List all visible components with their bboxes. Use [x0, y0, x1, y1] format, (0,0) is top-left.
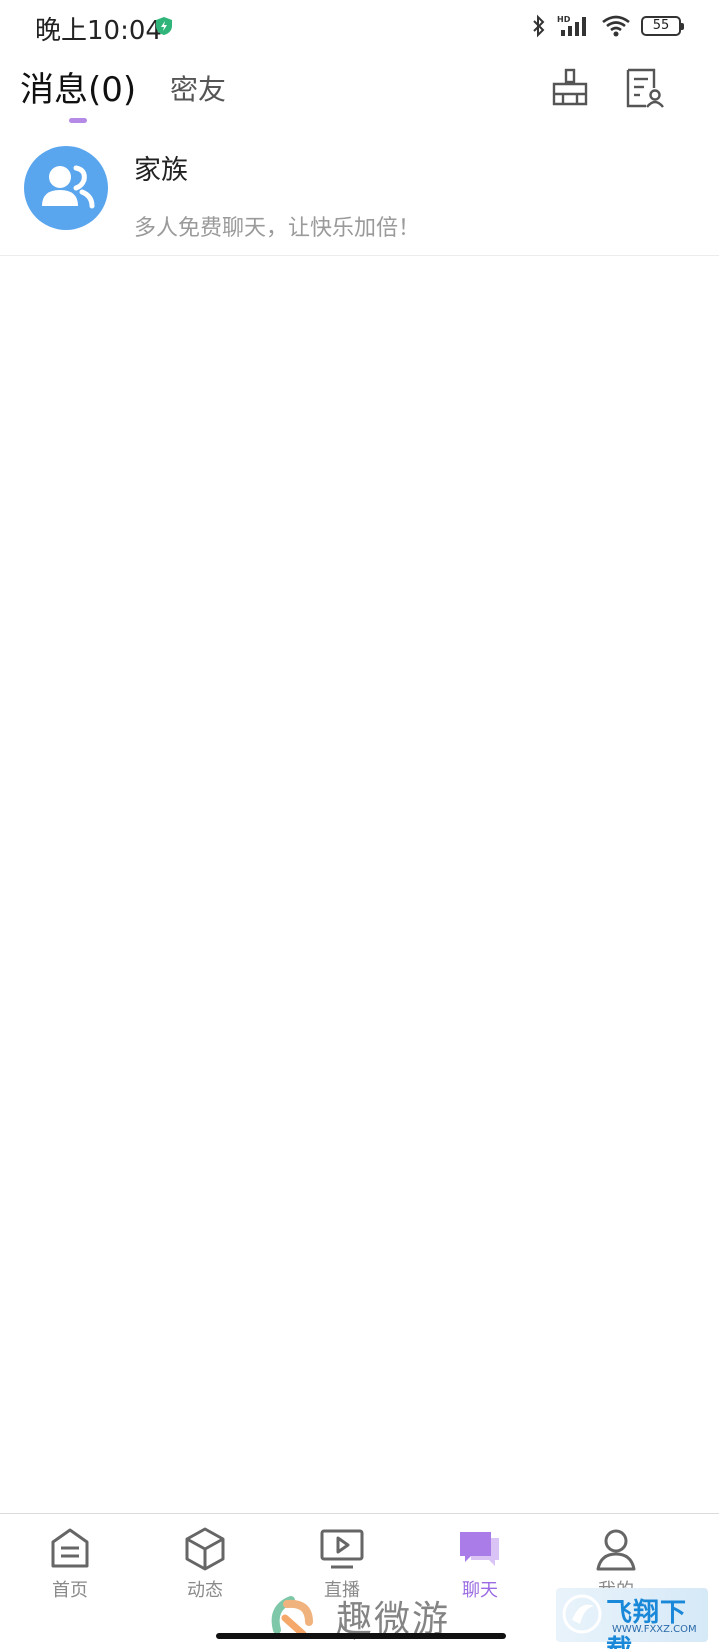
- signal-icon: HD: [557, 15, 586, 36]
- nav-label-moments: 动态: [187, 1580, 223, 1601]
- shield-icon: [156, 17, 172, 35]
- chat-icon: [460, 1532, 499, 1566]
- group-users-icon: [42, 165, 95, 209]
- bottom-navigation: 首页 动态 直播 聊天 我的: [0, 1513, 719, 1649]
- battery-indicator: 55: [641, 16, 684, 36]
- message-header: 消息(0) 密友: [0, 52, 719, 124]
- home-icon: [51, 1528, 89, 1568]
- network-label: HD: [557, 15, 571, 24]
- nav-label-profile: 我的: [598, 1580, 634, 1601]
- clear-messages-broom-icon[interactable]: [548, 66, 592, 110]
- nav-item-home[interactable]: 首页: [20, 1526, 120, 1606]
- nav-label-home: 首页: [52, 1580, 88, 1601]
- family-subtitle: 多人免费聊天，让快乐加倍！: [134, 216, 421, 241]
- profile-icon: [596, 1529, 636, 1571]
- contacts-list-icon[interactable]: [622, 66, 666, 110]
- nav-label-chat: 聊天: [462, 1580, 498, 1601]
- family-list-item[interactable]: 家族 多人免费聊天，让快乐加倍！: [0, 124, 719, 256]
- family-avatar: [24, 146, 108, 230]
- nav-item-live[interactable]: 直播: [292, 1526, 392, 1606]
- cube-icon: [185, 1527, 225, 1571]
- status-time: 晚上10:04: [35, 16, 162, 46]
- nav-item-chat[interactable]: 聊天: [430, 1526, 530, 1606]
- tab-messages[interactable]: 消息(0): [20, 62, 136, 111]
- chat-screen: 晚上10:04 HD 55 消息(0) 密友 家族 多人免费聊天，让快乐加倍！ …: [0, 0, 719, 1649]
- tab-close-friends[interactable]: 密友: [170, 68, 226, 108]
- status-indicators: HD 55: [531, 12, 684, 40]
- active-tab-indicator: [69, 118, 87, 123]
- live-tv-icon: [320, 1529, 364, 1569]
- nav-item-profile[interactable]: 我的: [566, 1526, 666, 1606]
- wifi-icon: [602, 15, 630, 37]
- family-title: 家族: [134, 155, 188, 186]
- nav-item-moments[interactable]: 动态: [155, 1526, 255, 1606]
- home-indicator[interactable]: [216, 1633, 506, 1639]
- bluetooth-icon: [533, 14, 545, 38]
- status-bar: 晚上10:04 HD 55: [0, 0, 719, 52]
- nav-label-live: 直播: [324, 1580, 360, 1601]
